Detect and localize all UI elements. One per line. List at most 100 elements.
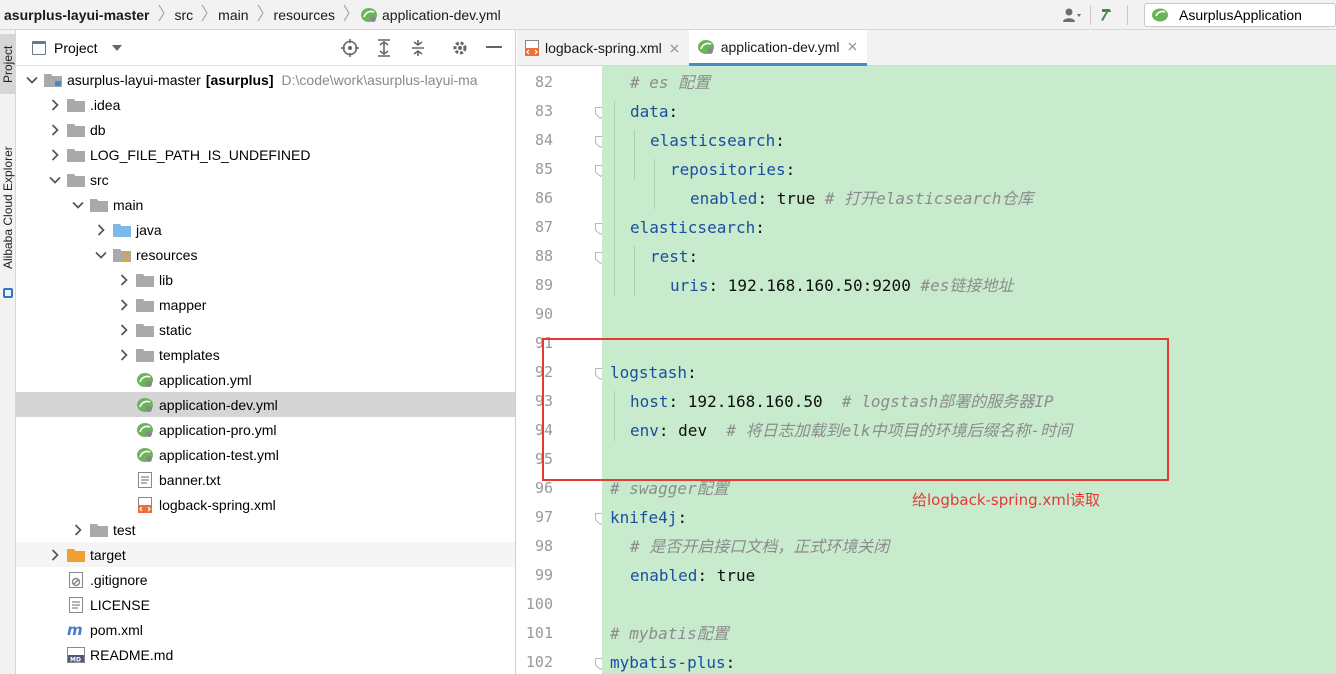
text-file-icon	[67, 596, 85, 613]
chevron-right-icon[interactable]	[47, 147, 63, 163]
build-hammer-icon[interactable]	[1097, 3, 1121, 27]
code-line: # 是否开启接口文档，正式环境关闭	[630, 532, 889, 561]
run-configuration-label: AsurplusApplication	[1179, 7, 1302, 23]
project-tool-tab[interactable]: Project	[0, 34, 16, 94]
line-number: 86	[534, 189, 553, 207]
chevron-right-icon[interactable]	[116, 322, 132, 338]
settings-gear-icon[interactable]	[449, 37, 471, 59]
folder-icon	[67, 122, 85, 138]
tree-item-label: .idea	[90, 96, 121, 113]
line-number: 100	[525, 595, 553, 613]
breadcrumb-separator-icon	[257, 4, 264, 25]
chevron-right-icon[interactable]	[47, 122, 63, 138]
folder-icon	[136, 297, 154, 313]
tree-item[interactable]: .idea	[16, 92, 515, 117]
tree-item[interactable]: .gitignore	[16, 567, 515, 592]
line-number: 84	[534, 131, 553, 149]
tree-item[interactable]: db	[16, 117, 515, 142]
tree-item[interactable]: mapper	[16, 292, 515, 317]
tree-item[interactable]: logback-spring.xml	[16, 492, 515, 517]
markdown-file-icon: MD	[67, 646, 85, 663]
tree-item[interactable]: resources	[16, 242, 515, 267]
tree-item[interactable]: target	[16, 542, 515, 567]
locate-file-icon[interactable]	[339, 37, 361, 59]
chevron-right-icon[interactable]	[47, 547, 63, 563]
yaml-key: mybatis-plus	[610, 653, 726, 672]
breadcrumb-label: main	[218, 6, 249, 23]
tree-item[interactable]: m pom.xml	[16, 617, 515, 642]
breadcrumb-item[interactable]: resources	[270, 0, 335, 30]
project-view-selector[interactable]: Project	[32, 40, 122, 56]
spring-yml-icon	[697, 39, 715, 55]
tree-item[interactable]: application-pro.yml	[16, 417, 515, 442]
chevron-down-icon[interactable]	[70, 197, 86, 213]
chevron-right-icon[interactable]	[116, 347, 132, 363]
yaml-separator: :	[757, 189, 777, 208]
yaml-separator: :	[708, 276, 728, 295]
tree-item[interactable]: main	[16, 192, 515, 217]
tree-item-label: LICENSE	[90, 596, 150, 613]
chevron-right-icon[interactable]	[47, 97, 63, 113]
tree-item[interactable]: asurplus-layui-master [asurplus] D:\code\w…	[16, 67, 515, 92]
tree-item[interactable]: java	[16, 217, 515, 242]
yaml-comment: # 是否开启接口文档，正式环境关闭	[630, 537, 890, 556]
chevron-down-icon[interactable]	[47, 172, 63, 188]
collapse-all-icon[interactable]	[407, 37, 429, 59]
folder-icon	[90, 197, 108, 213]
tree-item[interactable]: templates	[16, 342, 515, 367]
yaml-key: data	[630, 102, 669, 121]
tree-item[interactable]: MD README.md	[16, 642, 515, 667]
chevron-right-icon[interactable]	[116, 297, 132, 313]
editor-tab[interactable]: logback-spring.xml	[517, 30, 689, 66]
tree-item-label: test	[113, 521, 136, 538]
chevron-right-icon[interactable]	[70, 522, 86, 538]
tree-item[interactable]: src	[16, 167, 515, 192]
spring-yml-icon	[136, 447, 154, 463]
breadcrumb-item[interactable]: asurplus-layui-master	[0, 0, 150, 30]
source-folder-icon	[113, 222, 131, 238]
chevron-right-icon[interactable]	[116, 272, 132, 288]
hide-panel-icon[interactable]	[483, 37, 505, 59]
tree-item-label: .gitignore	[90, 571, 148, 588]
tree-item-label: README.md	[90, 646, 174, 663]
folder-icon	[67, 147, 85, 163]
code-line: elasticsearch:	[630, 213, 765, 242]
user-icon[interactable]	[1060, 3, 1084, 27]
yaml-comment: # es 配置	[630, 73, 711, 92]
close-icon[interactable]	[848, 39, 857, 54]
tree-item[interactable]: static	[16, 317, 515, 342]
indent-guide	[614, 101, 615, 296]
tree-item[interactable]: application.yml	[16, 367, 515, 392]
tree-item[interactable]: application-dev.yml	[16, 392, 515, 417]
tree-item-label: db	[90, 121, 106, 138]
project-panel-toolbar	[339, 30, 505, 66]
close-icon[interactable]	[670, 41, 679, 56]
code-line: enabled: true	[630, 561, 755, 590]
expand-all-icon[interactable]	[373, 37, 395, 59]
breadcrumb-item[interactable]: src	[171, 0, 194, 30]
tree-item[interactable]: LICENSE	[16, 592, 515, 617]
tree-item[interactable]: LOG_FILE_PATH_IS_UNDEFINED	[16, 142, 515, 167]
yaml-comment: # mybatis配置	[610, 624, 729, 643]
breadcrumb-item[interactable]: main	[214, 0, 248, 30]
tree-item[interactable]: test	[16, 517, 515, 542]
chevron-right-icon[interactable]	[93, 222, 109, 238]
editor-tab-label: application-dev.yml	[720, 38, 840, 55]
chevron-down-icon[interactable]	[24, 72, 40, 88]
alibaba-cloud-explorer-tab[interactable]: Alibaba Cloud Explorer	[0, 122, 16, 294]
tree-item[interactable]: application-test.yml	[16, 442, 515, 467]
yaml-comment: # 打开elasticsearch仓库	[815, 189, 1034, 208]
tree-item[interactable]: banner.txt	[16, 467, 515, 492]
yaml-key: uris	[670, 276, 709, 295]
breadcrumb-separator-icon	[201, 4, 208, 25]
yaml-separator: :	[755, 218, 765, 237]
tree-item[interactable]: lib	[16, 267, 515, 292]
chevron-down-icon[interactable]	[93, 247, 109, 263]
run-configuration-selector[interactable]: AsurplusApplication	[1144, 3, 1336, 27]
xml-file-icon	[525, 40, 539, 56]
tree-item-label: templates	[159, 346, 220, 363]
project-panel-title: Project	[54, 39, 98, 56]
breadcrumb-item[interactable]: application-dev.yml	[356, 0, 501, 30]
editor-tab[interactable]: application-dev.yml	[688, 30, 867, 66]
tree-item-label: resources	[136, 246, 198, 263]
